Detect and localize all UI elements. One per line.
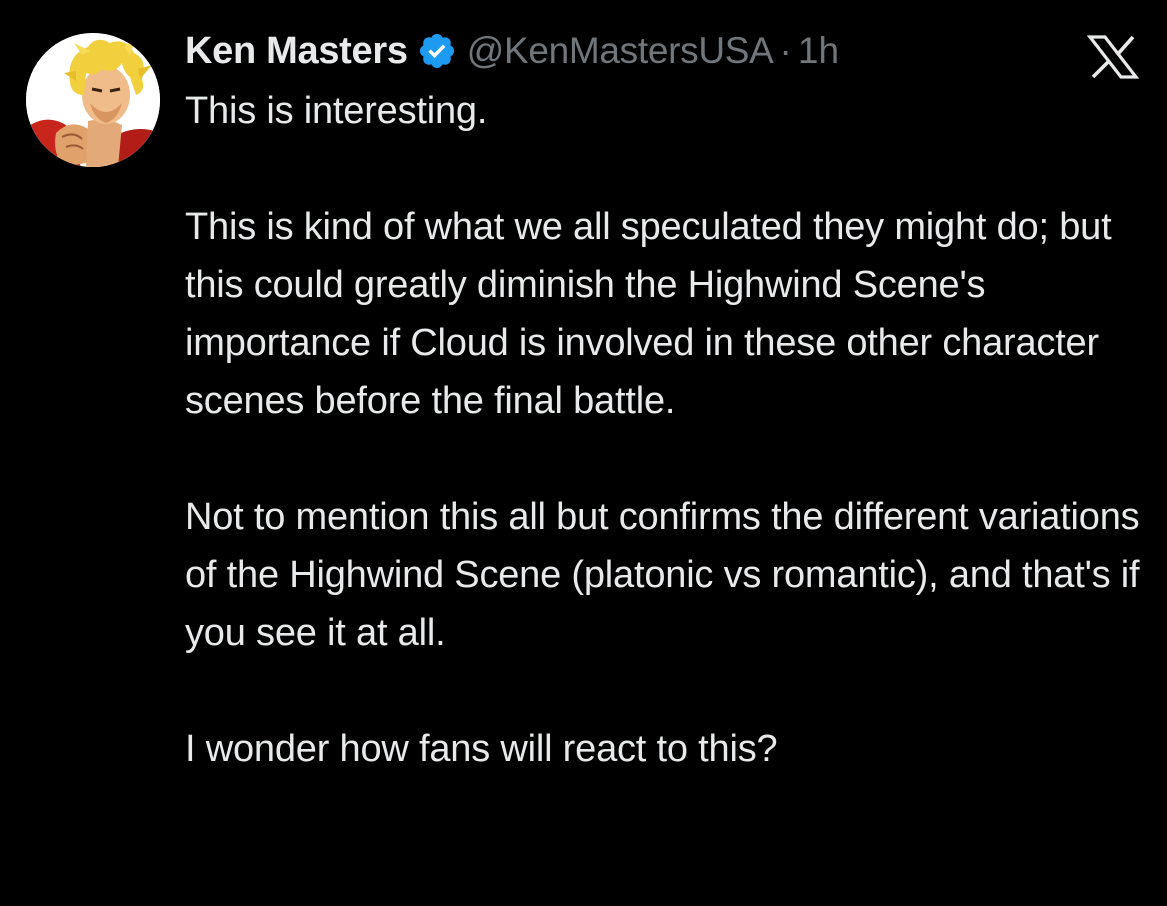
x-logo-icon (1086, 35, 1140, 79)
display-name[interactable]: Ken Masters (185, 30, 408, 73)
user-handle[interactable]: @KenMastersUSA (467, 30, 774, 72)
avatar[interactable] (26, 33, 160, 167)
tweet-card: Ken Masters @KenMastersUSA · 1h This is … (0, 0, 1167, 906)
avatar-image (26, 33, 160, 167)
separator-dot: · (779, 30, 792, 71)
tweet-paragraph: Not to mention this all but confirms the… (185, 496, 1150, 654)
tweet-header: Ken Masters @KenMastersUSA · 1h (185, 26, 839, 76)
tweet-paragraph: This is interesting. (185, 90, 488, 132)
verified-badge-icon[interactable] (417, 31, 457, 71)
tweet-paragraph: This is kind of what we all speculated t… (185, 206, 1122, 422)
timestamp[interactable]: 1h (798, 30, 839, 72)
tweet-paragraph: I wonder how fans will react to this? (185, 728, 778, 770)
tweet-text: This is interesting. This is kind of wha… (185, 82, 1155, 778)
